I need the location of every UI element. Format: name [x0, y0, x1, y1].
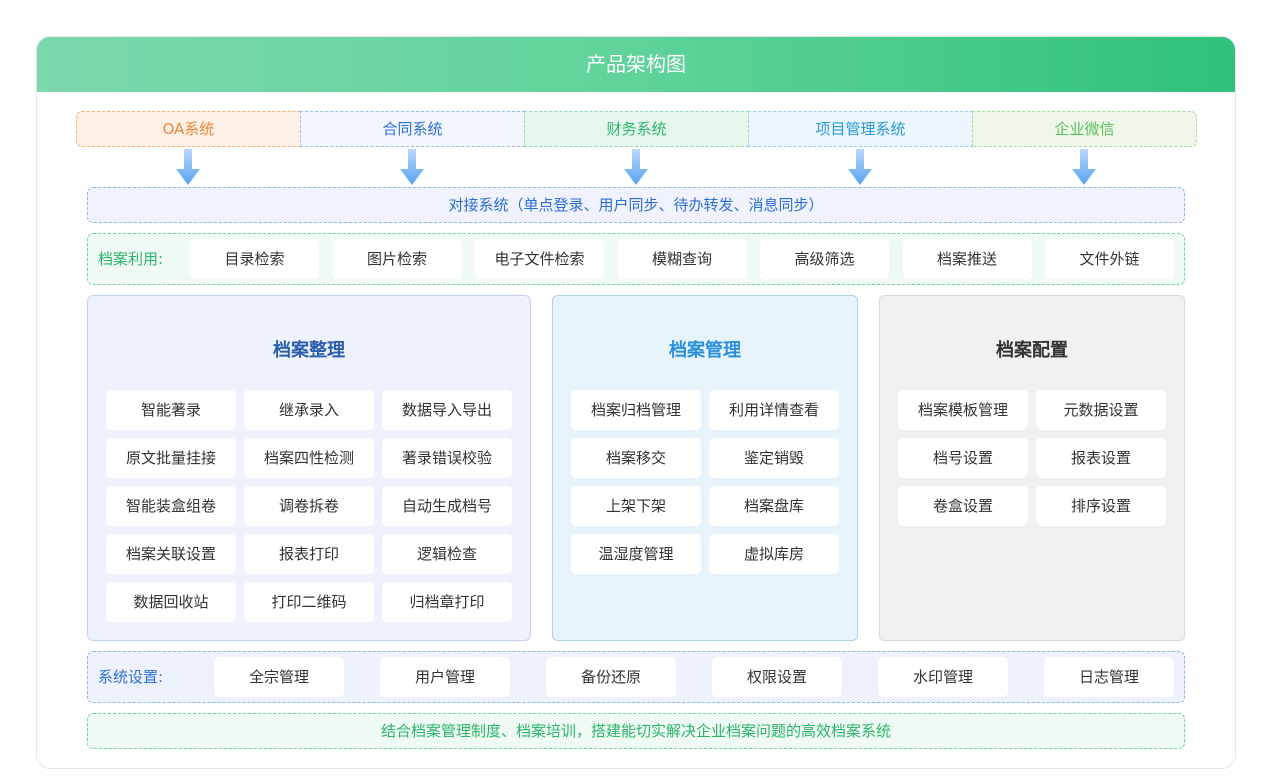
organize-item[interactable]: 打印二维码 [244, 582, 374, 622]
usage-item[interactable]: 图片检索 [332, 239, 462, 279]
organize-item[interactable]: 自动生成档号 [382, 486, 512, 526]
organize-item[interactable]: 智能装盒组卷 [106, 486, 236, 526]
manage-item[interactable]: 鉴定销毁 [709, 438, 839, 478]
system-tab-2: 财务系统 [524, 111, 749, 147]
down-arrow-icon [848, 149, 872, 185]
system-tab-0: OA系统 [76, 111, 301, 147]
organize-item[interactable]: 继承录入 [244, 390, 374, 430]
organize-item[interactable]: 数据导入导出 [382, 390, 512, 430]
organize-item[interactable]: 调卷拆卷 [244, 486, 374, 526]
organize-item[interactable]: 智能著录 [106, 390, 236, 430]
organize-item[interactable]: 报表打印 [244, 534, 374, 574]
config-item[interactable]: 元数据设置 [1036, 390, 1166, 430]
settings-item[interactable]: 日志管理 [1044, 657, 1174, 697]
organize-item[interactable]: 档案关联设置 [106, 534, 236, 574]
settings-item[interactable]: 用户管理 [380, 657, 510, 697]
organize-item[interactable]: 著录错误校验 [382, 438, 512, 478]
manage-item[interactable]: 利用详情查看 [709, 390, 839, 430]
panel-organize-title: 档案整理 [273, 340, 345, 361]
usage-item[interactable]: 电子文件检索 [475, 239, 604, 279]
integration-bar: 对接系统（单点登录、用户同步、待办转发、消息同步） [87, 187, 1185, 223]
settings-item[interactable]: 水印管理 [878, 657, 1008, 697]
manage-item[interactable]: 档案移交 [571, 438, 701, 478]
config-item[interactable]: 档案模板管理 [898, 390, 1028, 430]
footer-summary: 结合档案管理制度、档案培训，搭建能切实解决企业档案问题的高效档案系统 [87, 713, 1185, 749]
down-arrow-icon [624, 149, 648, 185]
usage-item[interactable]: 档案推送 [902, 239, 1032, 279]
system-settings-row: 系统设置: 全宗管理 用户管理 备份还原 权限设置 水印管理 日志管理 [87, 651, 1185, 703]
manage-item[interactable]: 虚拟库房 [709, 534, 839, 574]
system-tab-3: 项目管理系统 [748, 111, 973, 147]
panel-manage-title: 档案管理 [669, 340, 741, 361]
organize-item[interactable]: 逻辑检查 [382, 534, 512, 574]
config-item[interactable]: 排序设置 [1036, 486, 1166, 526]
manage-item[interactable]: 上架下架 [571, 486, 701, 526]
usage-item[interactable]: 模糊查询 [617, 239, 747, 279]
down-arrow-icon [400, 149, 424, 185]
panel-config-title: 档案配置 [996, 340, 1068, 361]
config-item[interactable]: 档号设置 [898, 438, 1028, 478]
settings-item[interactable]: 全宗管理 [214, 657, 344, 697]
usage-item[interactable]: 高级筛选 [760, 239, 889, 279]
organize-item[interactable]: 归档章打印 [382, 582, 512, 622]
manage-item[interactable]: 档案盘库 [709, 486, 839, 526]
panel-organize: 档案整理 智能著录 继承录入 数据导入导出原文批量挂接 档案四性检测 著录错误校验智能装… [87, 295, 531, 641]
config-item[interactable]: 报表设置 [1036, 438, 1166, 478]
usage-item[interactable]: 文件外链 [1045, 239, 1174, 279]
down-arrow-icon [176, 149, 200, 185]
settings-item[interactable]: 权限设置 [712, 657, 842, 697]
manage-item[interactable]: 温湿度管理 [571, 534, 701, 574]
config-item[interactable]: 卷盒设置 [898, 486, 1028, 526]
manage-item[interactable]: 档案归档管理 [571, 390, 701, 430]
system-tab-4: 企业微信 [972, 111, 1197, 147]
settings-item[interactable]: 备份还原 [546, 657, 676, 697]
organize-item[interactable]: 原文批量挂接 [106, 438, 236, 478]
archive-usage-row: 档案利用: 目录检索 图片检索 电子文件检索 模糊查询 高级筛选 档案推送 文件外链 [87, 233, 1185, 285]
system-settings-label: 系统设置: [98, 668, 164, 686]
organize-item[interactable]: 数据回收站 [106, 582, 236, 622]
panel-config: 档案配置 档案模板管理 元数据设置 档号设置 报表设置 卷盒设置 排序设置 [879, 295, 1185, 641]
down-arrow-icon [1072, 149, 1096, 185]
system-tab-1: 合同系统 [300, 111, 525, 147]
organize-item[interactable]: 档案四性检测 [244, 438, 374, 478]
panel-manage: 档案管理 档案归档管理 利用详情查看 档案移交 鉴定销毁 上架下架 档案盘库 温湿度管理 虚拟… [552, 295, 858, 641]
usage-item[interactable]: 目录检索 [190, 239, 319, 279]
page-title: 产品架构图 [37, 37, 1235, 92]
archive-usage-label: 档案利用: [98, 250, 164, 268]
